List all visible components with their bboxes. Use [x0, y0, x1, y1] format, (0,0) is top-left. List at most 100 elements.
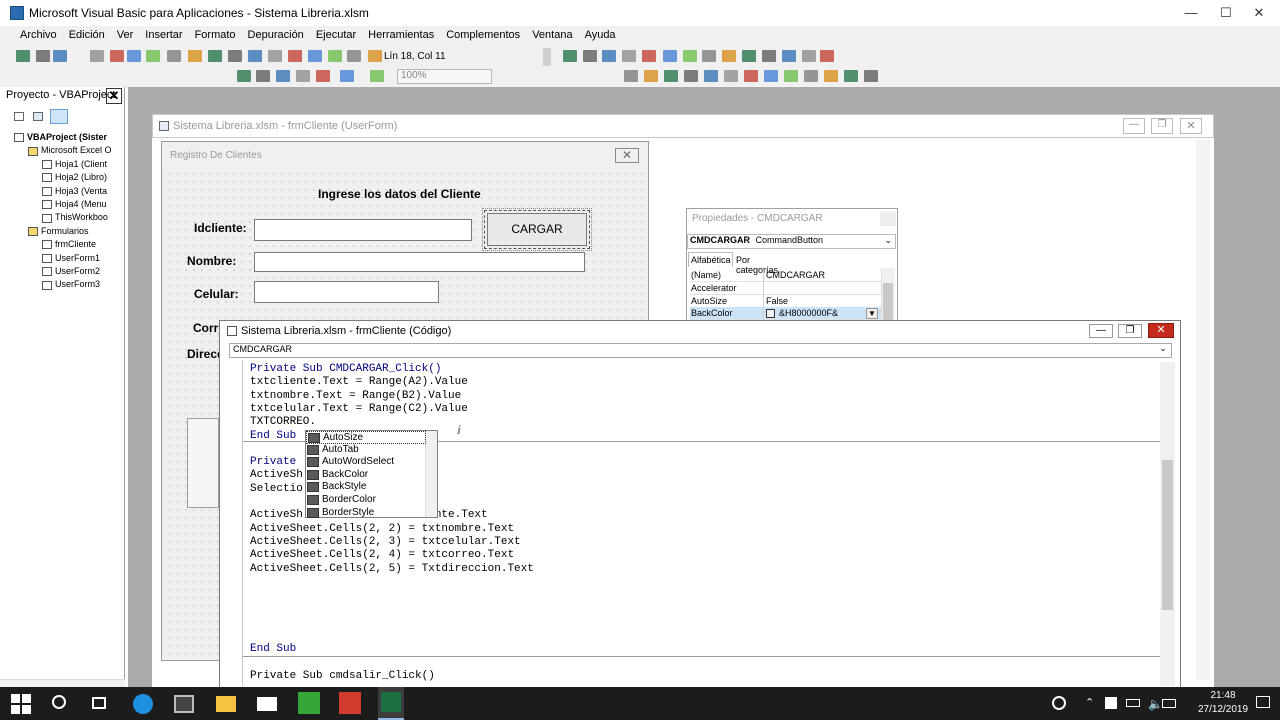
standard-icon-22[interactable]	[642, 50, 656, 62]
autocomplete-item[interactable]: BorderColor	[306, 494, 426, 507]
property-row[interactable]: AutoSize False	[690, 294, 882, 308]
standard-icon-2[interactable]	[53, 50, 67, 62]
tree-node[interactable]: UserForm2	[42, 266, 100, 277]
edit-icon-0[interactable]	[237, 70, 251, 82]
standard-icon-11[interactable]	[248, 50, 262, 62]
standard-icon-19[interactable]	[583, 50, 597, 62]
menu-item-2[interactable]: Ver	[111, 29, 140, 41]
standard-icon-13[interactable]	[288, 50, 302, 62]
tab-por-categorias[interactable]: Por categorías	[734, 254, 794, 275]
edit-icon-17[interactable]	[824, 70, 838, 82]
tree-node[interactable]: UserForm1	[42, 253, 100, 263]
menu-item-5[interactable]: Depuración	[242, 29, 310, 41]
edit-icon-2[interactable]	[276, 70, 290, 82]
toolbar-grip[interactable]	[543, 48, 551, 66]
standard-icon-28[interactable]	[762, 50, 776, 62]
standard-icon-10[interactable]	[228, 50, 242, 62]
edit-icon-13[interactable]	[744, 70, 758, 82]
standard-icon-26[interactable]	[722, 50, 736, 62]
edit-icon-8[interactable]	[644, 70, 658, 82]
standard-icon-15[interactable]	[328, 50, 342, 62]
userform-minimize-button[interactable]: —	[1123, 118, 1145, 134]
menu-item-7[interactable]: Herramientas	[362, 29, 440, 41]
tree-node[interactable]: Hoja4 (Menu	[42, 199, 107, 210]
tree-node[interactable]: Formularios	[28, 226, 89, 236]
edit-icon-5[interactable]	[340, 70, 354, 82]
tree-node[interactable]: UserForm3	[42, 279, 100, 290]
code-scroll-thumb[interactable]	[1162, 460, 1173, 610]
standard-icon-8[interactable]	[188, 50, 202, 62]
recorder-icon[interactable]	[339, 692, 361, 714]
form-close-icon[interactable]: ✕	[615, 148, 639, 163]
excel-taskbar-icon[interactable]	[378, 687, 404, 720]
object-combo[interactable]: CMDCARGAR	[229, 343, 1172, 358]
property-row[interactable]: Accelerator	[690, 281, 882, 295]
edit-icon-15[interactable]	[784, 70, 798, 82]
code-line[interactable]: ActiveSheet.Cells(2, 4) = txtcorreo.Text	[250, 549, 514, 561]
menu-item-1[interactable]: Edición	[63, 29, 111, 41]
code-line[interactable]: txtnombre.Text = Range(B2).Value	[250, 390, 461, 402]
standard-icon-17[interactable]	[368, 50, 382, 62]
tab-alfabetica[interactable]: Alfabética	[688, 252, 733, 267]
code-line[interactable]: txtcelular.Text = Range(C2).Value	[250, 403, 468, 415]
display-icon[interactable]	[1162, 699, 1176, 708]
edit-icon-4[interactable]	[316, 70, 330, 82]
code-line[interactable]: Selectio	[250, 483, 303, 495]
tree-node[interactable]: Hoja2 (Libro)	[42, 172, 107, 183]
autocomplete-item[interactable]: BorderStyle	[306, 507, 426, 520]
autocomplete-item[interactable]: AutoSize	[306, 431, 426, 444]
tree-node[interactable]: ThisWorkboo	[42, 212, 108, 223]
battery-icon[interactable]	[1126, 699, 1140, 707]
userform-restore-button[interactable]: ❐	[1151, 118, 1173, 134]
edit-icon-18[interactable]	[844, 70, 858, 82]
code-line[interactable]: TXTCORREO.	[250, 416, 316, 428]
standard-icon-27[interactable]	[742, 50, 756, 62]
property-row[interactable]: (Name) CMDCARGAR	[690, 269, 882, 282]
edit-icon-14[interactable]	[764, 70, 778, 82]
store-icon[interactable]	[174, 695, 194, 713]
standard-icon-24[interactable]	[683, 50, 697, 62]
menu-item-8[interactable]: Complementos	[440, 29, 526, 41]
standard-icon-16[interactable]	[347, 50, 361, 62]
view-object-icon[interactable]	[33, 112, 43, 121]
network-icon[interactable]	[1105, 697, 1117, 709]
volume-icon[interactable]: 🔈	[1148, 697, 1163, 711]
code-close-button[interactable]: ✕	[1148, 323, 1174, 338]
camtasia-icon[interactable]	[298, 692, 320, 714]
standard-icon-9[interactable]	[208, 50, 222, 62]
tree-node[interactable]: Hoja1 (Client	[42, 159, 107, 169]
code-restore-button[interactable]: ❐	[1118, 324, 1142, 338]
project-scrollbar[interactable]	[0, 679, 125, 687]
dropdown-arrow-icon[interactable]: ▼	[866, 308, 878, 319]
notifications-icon[interactable]	[1256, 696, 1270, 708]
tree-node[interactable]: Hoja3 (Venta	[42, 186, 107, 196]
edit-icon-9[interactable]	[664, 70, 678, 82]
standard-icon-31[interactable]	[820, 50, 834, 62]
standard-icon-29[interactable]	[782, 50, 796, 62]
menu-item-10[interactable]: Ayuda	[579, 29, 622, 41]
standard-icon-20[interactable]	[602, 50, 616, 62]
standard-icon-5[interactable]	[127, 50, 141, 62]
chevron-up-icon[interactable]: ⌃	[1085, 696, 1094, 709]
edit-icon-10[interactable]	[684, 70, 698, 82]
edge-icon[interactable]	[133, 694, 153, 714]
task-view-icon[interactable]	[92, 697, 106, 709]
menu-item-6[interactable]: Ejecutar	[310, 29, 362, 41]
code-line[interactable]: ActiveSheet.Cells(2, 3) = txtcelular.Tex…	[250, 536, 521, 548]
search-icon[interactable]	[52, 695, 66, 709]
tree-node[interactable]: Microsoft Excel O	[28, 145, 112, 156]
txtnombre-field[interactable]	[254, 252, 585, 272]
standard-icon-4[interactable]	[110, 50, 124, 62]
code-line[interactable]: txtcliente.Text = Range(A2).Value	[250, 376, 468, 388]
property-row[interactable]: BackColor &H8000000F&	[690, 307, 882, 321]
mail-icon[interactable]	[257, 697, 277, 711]
userform-close-button[interactable]: ✕	[1180, 118, 1202, 134]
clock-time[interactable]: 21:48	[1198, 690, 1248, 701]
edit-icon-3[interactable]	[296, 70, 310, 82]
txtcelular-field[interactable]	[254, 281, 439, 303]
close-button[interactable]: ✕	[1238, 0, 1280, 26]
edit-icon-11[interactable]	[704, 70, 718, 82]
view-code-icon[interactable]	[14, 112, 24, 121]
menu-item-4[interactable]: Formato	[189, 29, 242, 41]
standard-icon-7[interactable]	[167, 50, 181, 62]
